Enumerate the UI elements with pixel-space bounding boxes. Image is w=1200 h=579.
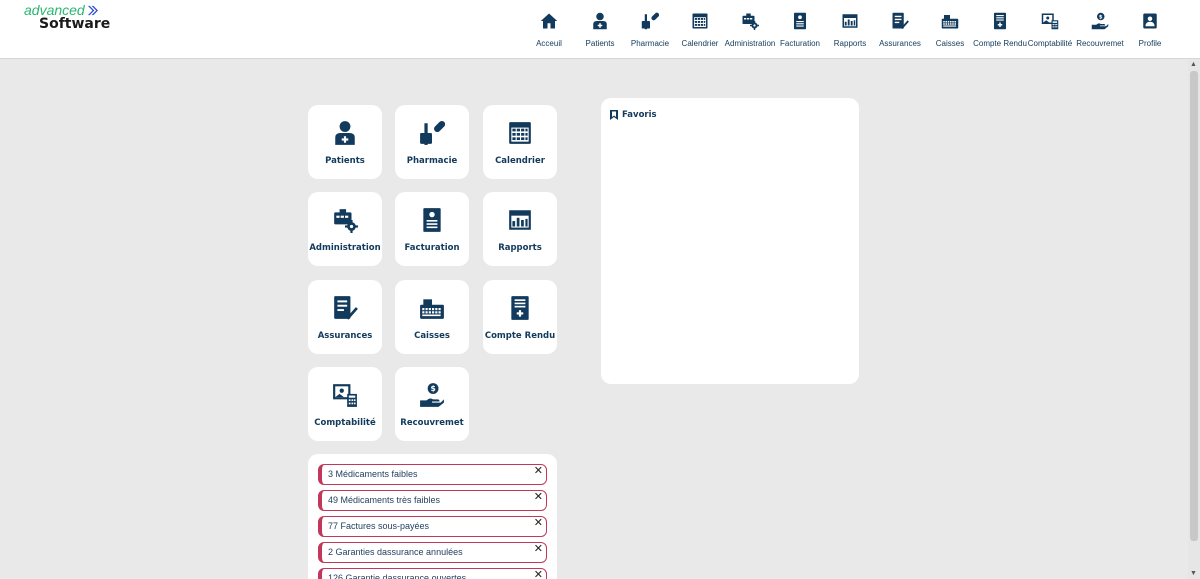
tile-compte-rendu[interactable]: Compte Rendu bbox=[483, 280, 557, 354]
pills-icon bbox=[419, 120, 446, 146]
tile-comptabilite[interactable]: Comptabilité bbox=[308, 367, 382, 441]
brand-logo[interactable]: advanced Software bbox=[24, 2, 110, 32]
tile-label: Rapports bbox=[498, 243, 542, 253]
tile-pharmacie[interactable]: Pharmacie bbox=[395, 105, 469, 179]
patient-icon bbox=[591, 12, 609, 30]
alert-item: 49 Médicaments très faibles ✕ bbox=[318, 490, 547, 511]
close-icon[interactable]: ✕ bbox=[534, 516, 543, 529]
tile-label: Caisses bbox=[414, 331, 450, 341]
tile-label: Calendrier bbox=[495, 156, 545, 166]
alert-item: 126 Garantie dassurance ouvertes ✕ bbox=[318, 568, 547, 579]
pills-icon bbox=[641, 12, 660, 30]
tile-caisses[interactable]: Caisses bbox=[395, 280, 469, 354]
tile-label: Comptabilité bbox=[314, 418, 376, 428]
alerts-panel: 3 Médicaments faibles ✕ 49 Médicaments trè… bbox=[308, 454, 557, 579]
tile-label: Compte Rendu bbox=[484, 331, 556, 341]
alert-item: 2 Garanties dassurance annulées ✕ bbox=[318, 542, 547, 563]
accounting-icon bbox=[332, 382, 358, 408]
admin-settings-icon bbox=[741, 12, 759, 30]
admin-settings-icon bbox=[332, 207, 358, 233]
alert-item: 3 Médicaments faibles ✕ bbox=[318, 464, 547, 485]
patient-icon bbox=[332, 120, 358, 146]
tile-label: Pharmacie bbox=[406, 156, 458, 166]
page-scrollbar[interactable]: ▲ ▼ bbox=[1188, 59, 1200, 579]
tile-facturation[interactable]: Facturation bbox=[395, 192, 469, 266]
tile-patients[interactable]: Patients bbox=[308, 105, 382, 179]
nav-item-label: Pharmacie bbox=[630, 39, 670, 48]
nav-item-label: Facturation bbox=[779, 39, 821, 48]
nav-item-profile[interactable]: Profile bbox=[1120, 0, 1180, 59]
invoice-icon bbox=[791, 12, 809, 30]
nav-item-label: Recouvremet bbox=[1076, 39, 1124, 48]
calendar-icon bbox=[691, 12, 709, 30]
nav-item-label: Profile bbox=[1138, 39, 1162, 48]
report-chart-icon bbox=[841, 12, 859, 30]
medical-report-icon bbox=[507, 295, 533, 321]
svg-text:$: $ bbox=[1099, 14, 1103, 20]
nav-item-label: Administration bbox=[724, 39, 776, 48]
alert-text: 126 Garantie dassurance ouvertes bbox=[328, 573, 467, 579]
tile-label: Administration bbox=[309, 243, 381, 253]
alert-text: 3 Médicaments faibles bbox=[328, 469, 418, 479]
tile-recouvrement[interactable]: $ Recouvremet bbox=[395, 367, 469, 441]
nav-item-label: Acceuil bbox=[536, 39, 562, 48]
tile-calendrier[interactable]: Calendrier bbox=[483, 105, 557, 179]
tile-label: Patients bbox=[325, 156, 365, 166]
insurance-check-icon bbox=[891, 12, 909, 30]
scroll-up-icon[interactable]: ▲ bbox=[1190, 61, 1197, 68]
bookmark-icon bbox=[610, 110, 618, 120]
profile-card-icon bbox=[1141, 12, 1159, 30]
close-icon[interactable]: ✕ bbox=[534, 542, 543, 555]
tile-label: Recouvremet bbox=[400, 418, 464, 428]
svg-text:$: $ bbox=[430, 384, 435, 393]
accounting-icon bbox=[1041, 12, 1059, 30]
nav-item-label: Calendrier bbox=[681, 39, 719, 48]
calendar-icon bbox=[507, 120, 533, 146]
nav-item-label: Assurances bbox=[879, 39, 921, 48]
nav-item-label: Comptabilité bbox=[1027, 39, 1073, 48]
nav-item-label: Caisses bbox=[935, 39, 965, 48]
favorites-panel: Favoris bbox=[601, 98, 859, 384]
alert-text: 49 Médicaments très faibles bbox=[328, 495, 441, 505]
close-icon[interactable]: ✕ bbox=[534, 568, 543, 579]
insurance-check-icon bbox=[332, 295, 358, 321]
tile-rapports[interactable]: Rapports bbox=[483, 192, 557, 266]
alert-item: 77 Factures sous-payées ✕ bbox=[318, 516, 547, 537]
top-navigation-bar: advanced Software Acceuil Patients Pharmac… bbox=[0, 0, 1200, 59]
tile-assurances[interactable]: Assurances bbox=[308, 280, 382, 354]
close-icon[interactable]: ✕ bbox=[534, 490, 543, 503]
close-icon[interactable]: ✕ bbox=[534, 464, 543, 477]
scrollbar-thumb[interactable] bbox=[1190, 71, 1198, 541]
cash-register-icon bbox=[419, 295, 445, 321]
invoice-icon bbox=[419, 207, 445, 233]
brand-line-2: Software bbox=[39, 16, 111, 32]
alert-text: 77 Factures sous-payées bbox=[328, 521, 430, 531]
alert-text: 2 Garanties dassurance annulées bbox=[328, 547, 463, 557]
cash-register-icon bbox=[941, 12, 959, 30]
nav-item-label: Rapports bbox=[833, 39, 867, 48]
home-icon bbox=[540, 12, 558, 30]
hand-coin-icon: $ bbox=[1091, 12, 1109, 30]
double-chevron-icon bbox=[87, 5, 98, 15]
favorites-title: Favoris bbox=[622, 110, 657, 120]
report-chart-icon bbox=[507, 207, 533, 233]
tile-label: Assurances bbox=[317, 331, 373, 341]
nav-item-label: Patients bbox=[585, 39, 615, 48]
medical-report-icon bbox=[991, 12, 1009, 30]
scroll-down-icon[interactable]: ▼ bbox=[1190, 570, 1197, 577]
hand-coin-icon: $ bbox=[419, 382, 445, 408]
nav-item-label: Compte Rendu bbox=[973, 39, 1027, 48]
tile-administration[interactable]: Administration bbox=[308, 192, 382, 266]
tile-label: Facturation bbox=[404, 243, 460, 253]
